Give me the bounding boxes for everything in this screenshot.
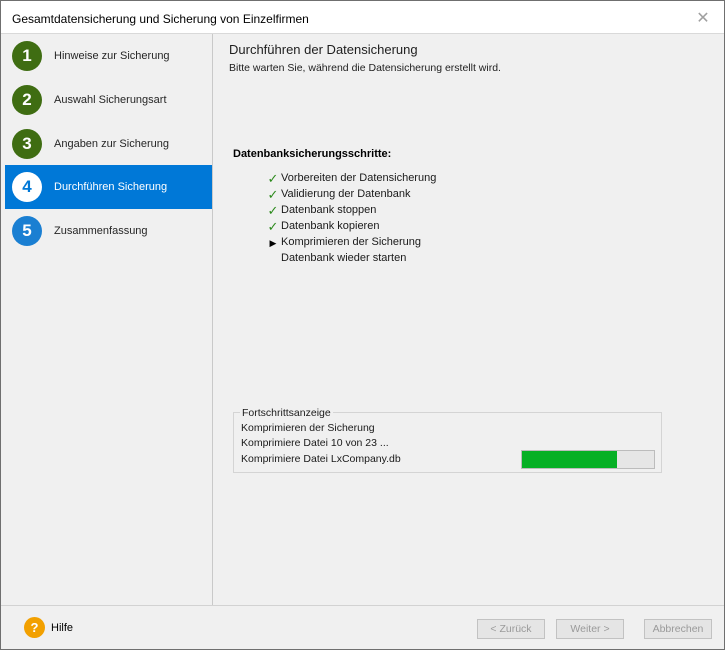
wizard-footer: ? Hilfe < Zurück Weiter > Abbrechen: [1, 605, 724, 649]
page-title: Durchführen der Datensicherung: [229, 42, 418, 57]
checkmark-icon: ✓: [267, 219, 279, 234]
next-button[interactable]: Weiter >: [556, 619, 624, 639]
backup-steps-title: Datenbanksicherungsschritte:: [233, 148, 392, 160]
step-label: Vorbereiten der Datensicherung: [281, 172, 437, 184]
progress-legend: Fortschrittsanzeige: [240, 407, 333, 419]
step-number-badge: 1: [12, 41, 42, 71]
sidebar-item-hinweise[interactable]: 1 Hinweise zur Sicherung: [5, 34, 212, 78]
main-panel: Durchführen der Datensicherung Bitte war…: [214, 34, 721, 605]
progress-bar-fill: [522, 451, 618, 468]
sidebar-item-angaben[interactable]: 3 Angaben zur Sicherung: [5, 122, 212, 166]
step-number-badge: 3: [12, 129, 42, 159]
page-subtitle: Bitte warten Sie, während die Datensiche…: [229, 62, 501, 74]
checkmark-icon: ✓: [267, 171, 279, 186]
help-button[interactable]: ? Hilfe: [24, 617, 73, 638]
step-number-badge: 5: [12, 216, 42, 246]
wizard-steps-sidebar: 1 Hinweise zur Sicherung 2 Auswahl Siche…: [5, 34, 213, 605]
sidebar-item-auswahl[interactable]: 2 Auswahl Sicherungsart: [5, 78, 212, 122]
arrow-right-icon: ▶: [269, 237, 277, 248]
sidebar-item-label: Angaben zur Sicherung: [54, 138, 169, 150]
checkmark-icon: ✓: [267, 203, 279, 218]
sidebar-item-durchfuehren[interactable]: 4 Durchführen Sicherung: [5, 165, 212, 209]
progress-status-line: Komprimieren der Sicherung: [241, 422, 375, 434]
back-button[interactable]: < Zurück: [477, 619, 545, 639]
step-label: Datenbank wieder starten: [281, 252, 407, 264]
sidebar-item-label: Auswahl Sicherungsart: [54, 94, 167, 106]
step-label: Validierung der Datenbank: [281, 188, 411, 200]
title-bar: Gesamtdatensicherung und Sicherung von E…: [1, 1, 724, 34]
step-number-badge: 4: [12, 172, 42, 202]
progress-bar: [521, 450, 655, 469]
sidebar-item-label: Zusammenfassung: [54, 225, 148, 237]
step-label: Komprimieren der Sicherung: [281, 236, 422, 248]
sidebar-item-label: Durchführen Sicherung: [54, 181, 168, 193]
close-icon[interactable]: ✕: [692, 7, 714, 29]
window-title: Gesamtdatensicherung und Sicherung von E…: [12, 12, 309, 26]
help-icon: ?: [24, 617, 45, 638]
step-number-badge: 2: [12, 85, 42, 115]
help-label: Hilfe: [51, 621, 74, 634]
sidebar-item-zusammenfassung[interactable]: 5 Zusammenfassung: [5, 209, 212, 253]
cancel-button[interactable]: Abbrechen: [644, 619, 712, 639]
step-label: Datenbank kopieren: [281, 220, 380, 232]
progress-current-file: Komprimiere Datei LxCompany.db: [241, 453, 401, 465]
step-status-placeholder: [266, 251, 280, 267]
step-label: Datenbank stoppen: [281, 204, 377, 216]
wizard-body: 1 Hinweise zur Sicherung 2 Auswahl Siche…: [5, 34, 721, 605]
checkmark-icon: ✓: [267, 187, 279, 202]
progress-file-count: Komprimiere Datei 10 von 23 ...: [241, 437, 389, 449]
backup-wizard-window: Gesamtdatensicherung und Sicherung von E…: [0, 0, 725, 650]
sidebar-item-label: Hinweise zur Sicherung: [54, 50, 170, 62]
progress-groupbox: Fortschrittsanzeige Komprimieren der Sic…: [233, 407, 662, 473]
